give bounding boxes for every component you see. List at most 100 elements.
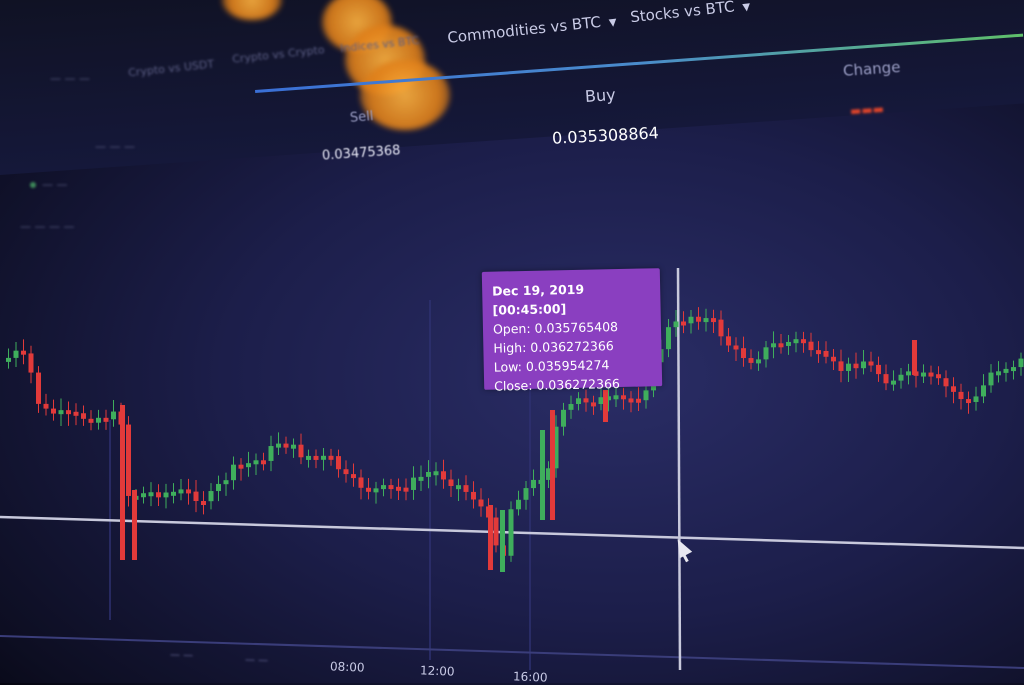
candle-body: [433, 471, 439, 476]
candle-body: [523, 488, 529, 500]
candle-body: [373, 488, 379, 493]
candle-body: [943, 378, 949, 387]
candle-body: [441, 471, 446, 480]
candle-body: [21, 350, 26, 355]
candle-body: [726, 336, 731, 346]
candle-body: [711, 318, 716, 323]
candle-body: [231, 464, 236, 481]
candle-body: [291, 444, 296, 449]
crosshair-vertical: [676, 267, 682, 671]
candle-body: [981, 385, 986, 397]
candle-body: [733, 345, 739, 350]
candle-body: [748, 358, 754, 363]
candle-body: [411, 477, 416, 490]
candle-body: [603, 390, 608, 422]
candle-body: [366, 487, 371, 492]
candle-body: [268, 446, 274, 461]
x-axis-line: [0, 635, 1024, 669]
candle-body: [550, 410, 555, 520]
candle-body: [583, 398, 589, 403]
candle-body: [928, 372, 934, 377]
candle-body: [141, 493, 146, 498]
candle-body: [283, 443, 289, 448]
candle-body: [171, 491, 176, 496]
candle-body: [598, 397, 604, 405]
candle-body: [613, 395, 619, 400]
candle-body: [396, 486, 401, 491]
candle-body: [621, 395, 626, 400]
candle-body: [891, 380, 896, 385]
candle-body: [816, 350, 821, 355]
candle-body: [201, 501, 206, 506]
candle-body: [403, 487, 409, 492]
candle-body: [898, 374, 904, 381]
candle-body: [493, 517, 499, 546]
candle-body: [276, 443, 281, 448]
candle-body: [921, 372, 926, 377]
candle-body: [261, 460, 266, 465]
candle-body: [418, 476, 424, 481]
candle-body: [336, 456, 341, 470]
candle-body: [43, 403, 49, 409]
candle-body: [238, 464, 244, 469]
candle-body: [186, 489, 191, 494]
tooltip-close: Close: 0.036272366: [494, 376, 621, 394]
candle-body: [628, 398, 634, 403]
candle-body: [1018, 358, 1024, 368]
candle-body: [96, 417, 101, 423]
candle-body: [178, 489, 184, 494]
candle-body: [853, 363, 859, 369]
candle-body: [351, 474, 356, 479]
candle-body: [103, 417, 109, 422]
candle-body: [793, 339, 799, 344]
candle-body: [516, 499, 521, 510]
candle-body: [808, 341, 814, 351]
candle-body: [456, 485, 461, 490]
candle-body: [763, 347, 769, 360]
candle-body: [823, 351, 829, 357]
candle-body: [120, 405, 125, 560]
candle-body: [306, 455, 311, 460]
candle-body: [448, 479, 454, 486]
candle-body: [591, 402, 596, 407]
candle-body: [73, 411, 79, 416]
candle-body: [868, 361, 874, 366]
candle-body: [561, 409, 566, 427]
candle-body: [500, 510, 505, 572]
time-tick-label: — —: [244, 654, 269, 667]
candle-body: [88, 418, 94, 423]
candle-body: [838, 361, 844, 371]
candle-body: [688, 316, 694, 324]
candle-body: [126, 424, 131, 496]
candle-body: [381, 485, 386, 490]
time-tick-label: 08:00: [329, 659, 365, 675]
candle-body: [81, 413, 86, 419]
candle-body: [988, 372, 994, 386]
candle-body: [463, 485, 469, 492]
candle-body: [111, 411, 116, 420]
candle-body: [163, 492, 169, 498]
candle-body: [223, 480, 229, 485]
ohlc-tooltip: Dec 19, 2019 [00:45:00] Open: 0.03576540…: [481, 268, 663, 394]
candle-body: [696, 316, 701, 322]
candle-body: [912, 340, 917, 375]
candle-body: [576, 398, 581, 405]
candle-body: [66, 410, 71, 415]
candle-body: [1003, 368, 1009, 373]
candle-body: [681, 321, 686, 326]
candle-body: [876, 364, 881, 375]
candle-body: [673, 321, 679, 328]
time-tick-label: 16:00: [512, 669, 548, 685]
candle-body: [801, 339, 806, 344]
candle-body: [388, 485, 394, 490]
candle-body: [156, 492, 161, 498]
time-tick-label: 12:00: [419, 663, 455, 679]
candle-body: [958, 391, 964, 400]
candle-body: [846, 363, 851, 371]
candle-body: [193, 491, 199, 502]
candle-body: [531, 479, 536, 489]
candle-body: [756, 359, 761, 364]
tooltip-date: Dec 19, 2019 [00:45:00]: [492, 281, 585, 318]
candle-body: [703, 318, 709, 323]
candle-body: [883, 374, 889, 384]
